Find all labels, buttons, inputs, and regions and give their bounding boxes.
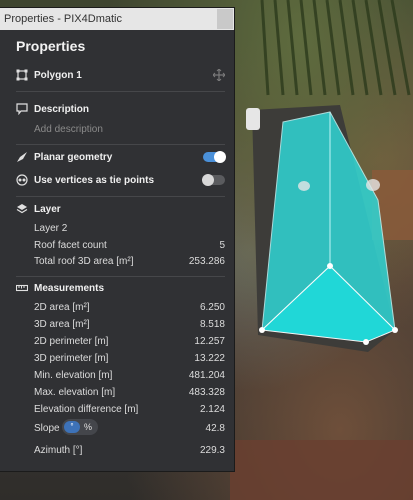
tie-points-icon — [16, 174, 28, 186]
object-name: Polygon 1 — [34, 70, 82, 81]
vertex-handle[interactable] — [363, 339, 369, 345]
description-placeholder: Add description — [34, 124, 103, 135]
vertex-handle[interactable] — [392, 327, 398, 333]
move-icon[interactable] — [213, 69, 225, 81]
properties-panel: Properties - PIX4Dmatic Properties Polyg… — [0, 8, 234, 471]
planar-geometry-icon — [17, 152, 27, 162]
measurement-label: Max. elevation [m] — [34, 387, 116, 398]
close-button[interactable] — [217, 9, 233, 29]
measurement-label: 3D area [m²] — [34, 319, 90, 330]
slope-unit-degrees[interactable]: ° — [64, 421, 80, 433]
tie-points-toggle[interactable] — [202, 174, 225, 186]
measurement-label: Elevation difference [m] — [34, 404, 139, 415]
roof-facet-count-label: Roof facet count — [34, 240, 107, 251]
measurement-label: 2D perimeter [m] — [34, 336, 109, 347]
roof-neighbor-bottom — [230, 440, 413, 500]
slope-label: Slope — [34, 423, 60, 434]
measurement-label: Min. elevation [m] — [34, 370, 113, 381]
azimuth-value: 229.3 — [199, 445, 225, 456]
slope-unit-switch[interactable]: ° % — [62, 419, 98, 435]
total-roof-area-value: 253.286 — [188, 256, 225, 267]
ruler-icon — [16, 284, 28, 292]
vertex-handle[interactable] — [259, 327, 265, 333]
roof-detail — [298, 181, 310, 191]
window-title: Properties - PIX4Dmatic — [4, 13, 122, 25]
measurement-value: 2.124 — [199, 404, 225, 415]
planar-geometry-label: Planar geometry — [34, 152, 113, 163]
layers-icon — [16, 204, 28, 214]
azimuth-label: Azimuth [°] — [34, 445, 83, 456]
divider — [16, 196, 225, 197]
panel-title: Properties — [16, 38, 86, 54]
tie-points-label: Use vertices as tie points — [34, 175, 155, 186]
description-label: Description — [34, 104, 90, 115]
measurement-value: 6.250 — [199, 302, 225, 313]
measurement-value: 8.518 — [199, 319, 225, 330]
measurements-label: Measurements — [34, 283, 105, 294]
divider — [16, 91, 225, 92]
window-titlebar[interactable]: Properties - PIX4Dmatic — [0, 8, 234, 30]
vineyard-rows — [260, 0, 411, 96]
slope-unit-percent[interactable]: % — [81, 421, 95, 433]
layer-name: Layer 2 — [34, 223, 68, 234]
measurement-label: 2D area [m²] — [34, 302, 90, 313]
divider — [16, 144, 225, 145]
total-roof-area-label: Total roof 3D area [m²] — [34, 256, 134, 267]
divider — [16, 276, 225, 277]
measurement-value: 481.204 — [188, 370, 225, 381]
measurement-value: 13.222 — [194, 353, 225, 364]
polygon-icon — [16, 69, 28, 81]
slope-value: 42.8 — [205, 423, 225, 434]
planar-geometry-toggle[interactable] — [203, 151, 226, 163]
roof-detail — [366, 179, 380, 191]
roof-facet-count-value: 5 — [219, 240, 225, 251]
measurement-value: 483.328 — [188, 387, 225, 398]
vertex-handle[interactable] — [327, 263, 333, 269]
measurement-label: 3D perimeter [m] — [34, 353, 109, 364]
layer-label: Layer — [34, 204, 61, 215]
measurement-value: 12.257 — [194, 336, 225, 347]
comment-icon — [16, 103, 28, 115]
car — [246, 108, 260, 130]
